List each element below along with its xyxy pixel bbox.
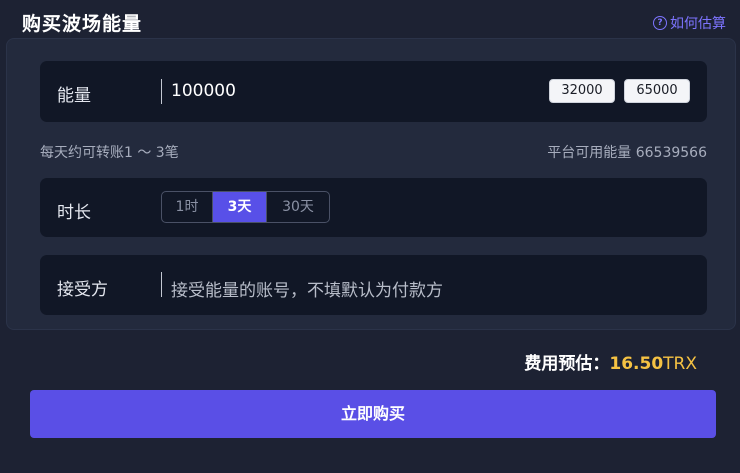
- receiver-row: 接受方 接受能量的账号，不填默认为付款方: [40, 255, 707, 315]
- help-link[interactable]: ? 如何估算: [653, 13, 726, 33]
- page-title: 购买波场能量: [22, 13, 143, 35]
- duration-option-1h[interactable]: 1时: [162, 192, 213, 222]
- receiver-address-input[interactable]: 接受能量的账号，不填默认为付款方: [171, 276, 443, 301]
- question-circle-icon: ?: [653, 16, 667, 30]
- field-divider: [161, 272, 162, 297]
- duration-option-30d[interactable]: 30天: [267, 192, 329, 222]
- receiver-label: 接受方: [57, 280, 108, 300]
- field-divider: [161, 79, 162, 104]
- available-energy-text: 平台可用能量 66539566: [547, 145, 707, 161]
- fee-unit: TRX: [663, 354, 697, 374]
- fee-estimate: 费用预估：16.50TRX: [524, 349, 697, 374]
- duration-option-3d[interactable]: 3天: [213, 192, 267, 222]
- fee-amount: 16.50: [609, 354, 664, 374]
- transfer-estimate-text: 每天约可转账1 ～ 3笔: [40, 145, 179, 161]
- energy-label: 能量: [57, 86, 91, 106]
- fee-label: 费用预估：: [524, 354, 610, 374]
- preset-65000-button[interactable]: 65000: [624, 79, 690, 103]
- help-link-label: 如何估算: [670, 16, 726, 32]
- preset-32000-button[interactable]: 32000: [549, 79, 615, 103]
- duration-selector: 1时 3天 30天: [161, 191, 330, 223]
- duration-row: 时长 1时 3天 30天: [40, 178, 707, 237]
- buy-now-button[interactable]: 立即购买: [30, 390, 716, 438]
- duration-label: 时长: [57, 203, 91, 223]
- energy-row: 能量 100000 32000 65000: [40, 61, 707, 122]
- energy-input[interactable]: 100000: [171, 81, 236, 101]
